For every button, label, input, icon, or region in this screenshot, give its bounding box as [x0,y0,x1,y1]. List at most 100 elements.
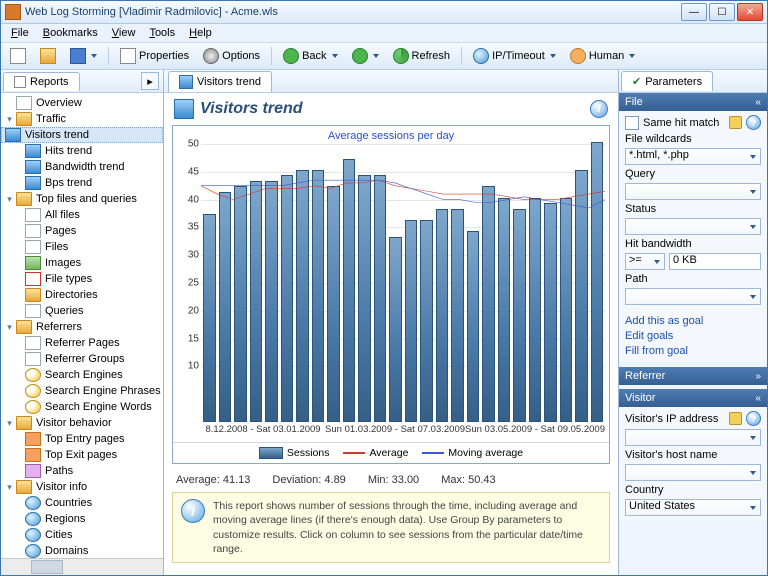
hitbw-label: Hit bandwidth [625,238,761,250]
tree-sephrases[interactable]: Search Engine Phrases [1,383,163,399]
help-icon[interactable]: ? [746,411,761,426]
options-button[interactable]: Options [198,45,265,67]
close-button[interactable]: ✕ [737,3,763,21]
menu-file[interactable]: File [5,26,35,40]
stat-min: Min: 33.00 [368,474,419,486]
properties-button[interactable]: Properties [115,45,194,67]
info-note: i This report shows number of sessions t… [172,492,610,563]
open-button[interactable] [35,45,61,67]
tree-cities[interactable]: Cities [1,527,163,543]
tree-pages[interactable]: Pages [1,223,163,239]
tree-queries[interactable]: Queries [1,303,163,319]
bw-op-select[interactable]: >= [625,253,665,270]
tree-topexit[interactable]: Top Exit pages [1,447,163,463]
menu-view[interactable]: View [106,26,142,40]
file-section-header[interactable]: File« [619,93,767,111]
chart-plot[interactable]: 101520253035404550 8.12.2008 - Sat 03.01… [201,144,605,442]
info-icon[interactable]: i [590,100,608,118]
sidebar-toggle-button[interactable]: ▸ [141,72,159,90]
back-button[interactable]: Back [278,45,342,67]
stat-max: Max: 50.43 [441,474,495,486]
human-button[interactable]: Human [565,45,640,67]
tree-regions[interactable]: Regions [1,511,163,527]
file-wildcards-select[interactable]: *.html, *.php [625,148,761,165]
same-hit-checkbox[interactable] [625,116,639,130]
status-label: Status [625,203,761,215]
edit-goals-link[interactable]: Edit goals [625,330,761,342]
ip-select[interactable] [625,429,761,446]
title-bar: Web Log Storming [Vladimir Radmilovic] -… [1,1,767,24]
path-select[interactable] [625,288,761,305]
sidebar-hscroll[interactable] [1,558,163,575]
forward-button[interactable] [347,45,384,67]
host-select[interactable] [625,464,761,481]
tree-files[interactable]: Files [1,239,163,255]
minimize-button[interactable]: — [681,3,707,21]
tree-paths[interactable]: Paths [1,463,163,479]
info-text: This report shows number of sessions thr… [213,499,601,556]
refresh-button[interactable]: Refresh [388,45,456,67]
query-label: Query [625,168,761,180]
chart-legend: Sessions Average Moving average [173,442,609,463]
chart-title: Average sessions per day [173,126,609,142]
tree-behavior[interactable]: ▾Visitor behavior [1,415,163,431]
toolbar: Properties Options Back Refresh IP/Timeo… [1,43,767,70]
tree-visitors-trend[interactable]: Visitors trend [1,127,163,143]
menu-bar: File Bookmarks View Tools Help [1,24,767,43]
report-tab[interactable]: Visitors trend [168,71,272,92]
country-select[interactable]: United States [625,499,761,516]
tree-filetypes[interactable]: File types [1,271,163,287]
status-select[interactable] [625,218,761,235]
tree-searchengines[interactable]: Search Engines [1,367,163,383]
maximize-button[interactable]: ☐ [709,3,735,21]
report-icon [174,99,194,119]
tree-bps-trend[interactable]: Bps trend [1,175,163,191]
new-button[interactable] [5,45,31,67]
menu-help[interactable]: Help [183,26,218,40]
add-goal-link[interactable]: Add this as goal [625,315,761,327]
tree-topfiles[interactable]: ▾Top files and queries [1,191,163,207]
tree-domains[interactable]: Domains [1,543,163,558]
tree-topentry[interactable]: Top Entry pages [1,431,163,447]
stat-average: Average: 41.13 [176,474,250,486]
iptimeout-button[interactable]: IP/Timeout [468,45,561,67]
bw-value-input[interactable]: 0 KB [669,253,761,270]
file-wildcards-label: File wildcards [625,133,761,145]
tree-hits-trend[interactable]: Hits trend [1,143,163,159]
tree-images[interactable]: Images [1,255,163,271]
reports-tab[interactable]: Reports [3,72,80,91]
parameters-tab[interactable]: ✔Parameters [621,71,713,91]
tree-refpages[interactable]: Referrer Pages [1,335,163,351]
tree-bandwidth-trend[interactable]: Bandwidth trend [1,159,163,175]
visitor-section-header[interactable]: Visitor« [619,389,767,407]
tree-countries[interactable]: Countries [1,495,163,511]
stat-deviation: Deviation: 4.89 [272,474,345,486]
save-button[interactable] [65,45,102,67]
query-select[interactable] [625,183,761,200]
menu-bookmarks[interactable]: Bookmarks [37,26,104,40]
report-title: Visitors trend [200,100,590,118]
tree-traffic[interactable]: ▾Traffic [1,111,163,127]
help-icon[interactable]: ? [746,115,761,130]
fill-goal-link[interactable]: Fill from goal [625,345,761,357]
tree-directories[interactable]: Directories [1,287,163,303]
tree-vinfo[interactable]: ▾Visitor info [1,479,163,495]
tree-allfiles[interactable]: All files [1,207,163,223]
lock-icon [729,412,742,425]
parameters-panel: ✔Parameters File« Same hit match? File w… [618,70,767,575]
lock-icon [729,116,742,129]
info-icon: i [181,499,205,523]
stats-row: Average: 41.13 Deviation: 4.89 Min: 33.0… [172,472,610,488]
country-label: Country [625,484,761,496]
tree-sewords[interactable]: Search Engine Words [1,399,163,415]
ip-label: Visitor's IP address [625,413,725,425]
referrer-section-header[interactable]: Referrer» [619,367,767,385]
menu-tools[interactable]: Tools [143,26,181,40]
host-label: Visitor's host name [625,449,761,461]
tree-refgroups[interactable]: Referrer Groups [1,351,163,367]
reports-tree[interactable]: Overview ▾Traffic Visitors trend Hits tr… [1,93,163,558]
chart-container: Average sessions per day 101520253035404… [172,125,610,464]
app-icon [5,4,21,20]
tree-overview[interactable]: Overview [1,95,163,111]
tree-referrers[interactable]: ▾Referrers [1,319,163,335]
